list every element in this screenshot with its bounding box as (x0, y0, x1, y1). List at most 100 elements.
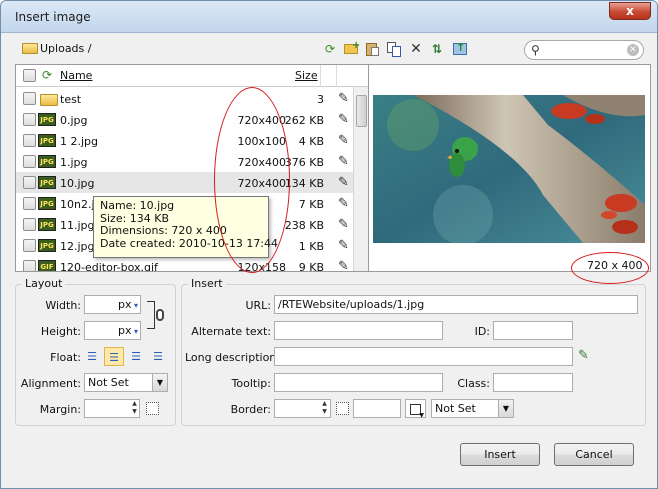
file-row[interactable]: JPG 0.jpg 720x400 262 KB ✎ (16, 109, 356, 130)
current-path[interactable]: Uploads / (40, 42, 91, 55)
close-button[interactable]: x (609, 2, 651, 20)
file-name[interactable]: test (60, 93, 81, 106)
row-checkbox[interactable] (23, 218, 36, 231)
border-box-icon[interactable] (336, 402, 349, 415)
cancel-button[interactable]: Cancel (554, 443, 634, 466)
jpg-file-icon: JPG (38, 218, 56, 231)
border-label: Border: (230, 403, 271, 416)
float-center-icon[interactable]: ☰ (126, 347, 146, 366)
file-name[interactable]: 0.jpg (60, 114, 88, 127)
edit-pencil-icon[interactable]: ✎ (338, 112, 349, 127)
alignment-select[interactable]: Not Set ▼ (84, 373, 168, 392)
copy-icon[interactable] (386, 41, 402, 57)
file-name[interactable]: 1 2.jpg (60, 135, 98, 148)
row-checkbox[interactable] (23, 239, 36, 252)
file-size: 9 KB (298, 261, 324, 272)
upload-icon[interactable]: ↑ (452, 41, 468, 57)
jpg-file-icon: JPG (38, 155, 56, 168)
margin-spinner[interactable]: ▲ ▼ (128, 400, 141, 417)
folder-row[interactable]: test 3 ✎ (16, 88, 356, 109)
folder-icon (40, 94, 58, 106)
new-folder-icon[interactable]: + (343, 40, 360, 57)
select-all-checkbox[interactable] (23, 69, 36, 82)
row-checkbox[interactable] (23, 197, 36, 210)
edit-pencil-icon[interactable]: ✎ (338, 259, 349, 271)
edit-pencil-icon[interactable]: ✎ (338, 196, 349, 211)
row-checkbox[interactable] (23, 176, 36, 189)
edit-pencil-icon[interactable]: ✎ (338, 238, 349, 253)
row-checkbox[interactable] (23, 134, 36, 147)
id-input[interactable] (493, 321, 573, 340)
alt-text-label: Alternate text: (191, 325, 271, 338)
tooltip-input[interactable] (274, 373, 443, 392)
edit-pencil-icon[interactable]: ✎ (338, 217, 349, 232)
edit-pencil-icon[interactable]: ✎ (338, 154, 349, 169)
row-checkbox[interactable] (23, 92, 36, 105)
url-label: URL: (245, 299, 271, 312)
insert-button[interactable]: Insert (460, 443, 540, 466)
float-none-icon[interactable]: ☰ (82, 347, 102, 366)
refresh-icon[interactable]: ⟳ (322, 41, 338, 57)
file-list-scrollbar[interactable] (353, 87, 368, 271)
edit-pencil-icon[interactable]: ✎ (338, 133, 349, 148)
file-size: 4 KB (298, 135, 324, 148)
long-description-input[interactable] (274, 347, 573, 366)
file-name[interactable]: 10.jpg (60, 177, 95, 190)
border-color-picker[interactable]: ▼ (405, 399, 426, 419)
refresh-list-icon[interactable]: ⟳ (42, 68, 52, 82)
height-unit-label: px (118, 324, 132, 337)
file-list-header: ⟳ Name Size (16, 65, 368, 87)
border-spinner[interactable]: ▲ ▼ (318, 400, 331, 417)
alt-text-input[interactable] (274, 321, 443, 340)
paste-icon[interactable] (364, 41, 380, 57)
float-right-icon[interactable]: ☰ (148, 347, 168, 366)
jpg-file-icon: JPG (38, 113, 56, 126)
file-name[interactable]: 120-editor-box.gif (60, 261, 158, 271)
border-color-input[interactable] (353, 399, 401, 418)
file-size: 134 KB (284, 177, 324, 190)
file-name[interactable]: 1.jpg (60, 156, 88, 169)
file-row[interactable]: JPG 10.jpg 720x400 134 KB ✎ (16, 172, 356, 193)
tooltip-label: Tooltip: (231, 377, 271, 390)
edit-pencil-icon[interactable]: ✎ (338, 91, 349, 106)
search-icon: ⚲ (531, 43, 540, 57)
jpg-file-icon: JPG (38, 176, 56, 189)
edit-pencil-icon[interactable]: ✎ (338, 175, 349, 190)
file-name[interactable]: 11.jpg (60, 219, 95, 232)
border-style-value: Not Set (435, 402, 476, 415)
height-unit[interactable]: px ▾ (118, 324, 138, 337)
clear-search-icon[interactable]: ✕ (627, 44, 639, 56)
row-checkbox[interactable] (23, 155, 36, 168)
file-row[interactable]: JPG 1 2.jpg 100x100 4 KB ✎ (16, 130, 356, 151)
width-unit[interactable]: px ▾ (118, 298, 138, 311)
float-left-icon[interactable]: ☰ (104, 347, 124, 366)
preview-dimensions-highlight (571, 252, 649, 284)
border-style-select[interactable]: Not Set ▼ (431, 399, 514, 418)
file-row[interactable]: GIF 120-editor-box.gif 120x158 9 KB ✎ (16, 256, 356, 272)
browse-link-icon[interactable]: ✎ (578, 348, 589, 363)
jpg-file-icon: JPG (38, 134, 56, 147)
file-size: 238 KB (284, 219, 324, 232)
constrain-proportions-icon[interactable] (156, 309, 164, 321)
width-label: Width: (45, 299, 81, 312)
name-column-header[interactable]: Name (60, 69, 92, 82)
file-row[interactable]: JPG 1.jpg 720x400 376 KB ✎ (16, 151, 356, 172)
file-size: 262 KB (284, 114, 324, 127)
folder-up-icon[interactable] (20, 41, 38, 55)
gif-file-icon: GIF (38, 260, 56, 271)
row-checkbox[interactable] (23, 113, 36, 126)
scrollbar-thumb[interactable] (356, 95, 367, 127)
file-size: 376 KB (284, 156, 324, 169)
file-name[interactable]: 12.jpg (60, 240, 95, 253)
sort-icon[interactable]: ⇅ (429, 41, 445, 57)
size-column-header[interactable]: Size (295, 69, 318, 82)
class-input[interactable] (493, 373, 573, 392)
row-checkbox[interactable] (23, 260, 36, 271)
alignment-value: Not Set (88, 376, 129, 389)
margin-box-icon[interactable] (146, 402, 159, 415)
layout-legend: Layout (22, 277, 66, 290)
url-input[interactable]: /RTEWebsite/uploads/1.jpg (274, 295, 638, 314)
delete-icon[interactable]: ✕ (408, 41, 424, 57)
search-input[interactable]: ⚲ ✕ (524, 40, 644, 60)
dialog-title: Insert image (15, 10, 91, 24)
